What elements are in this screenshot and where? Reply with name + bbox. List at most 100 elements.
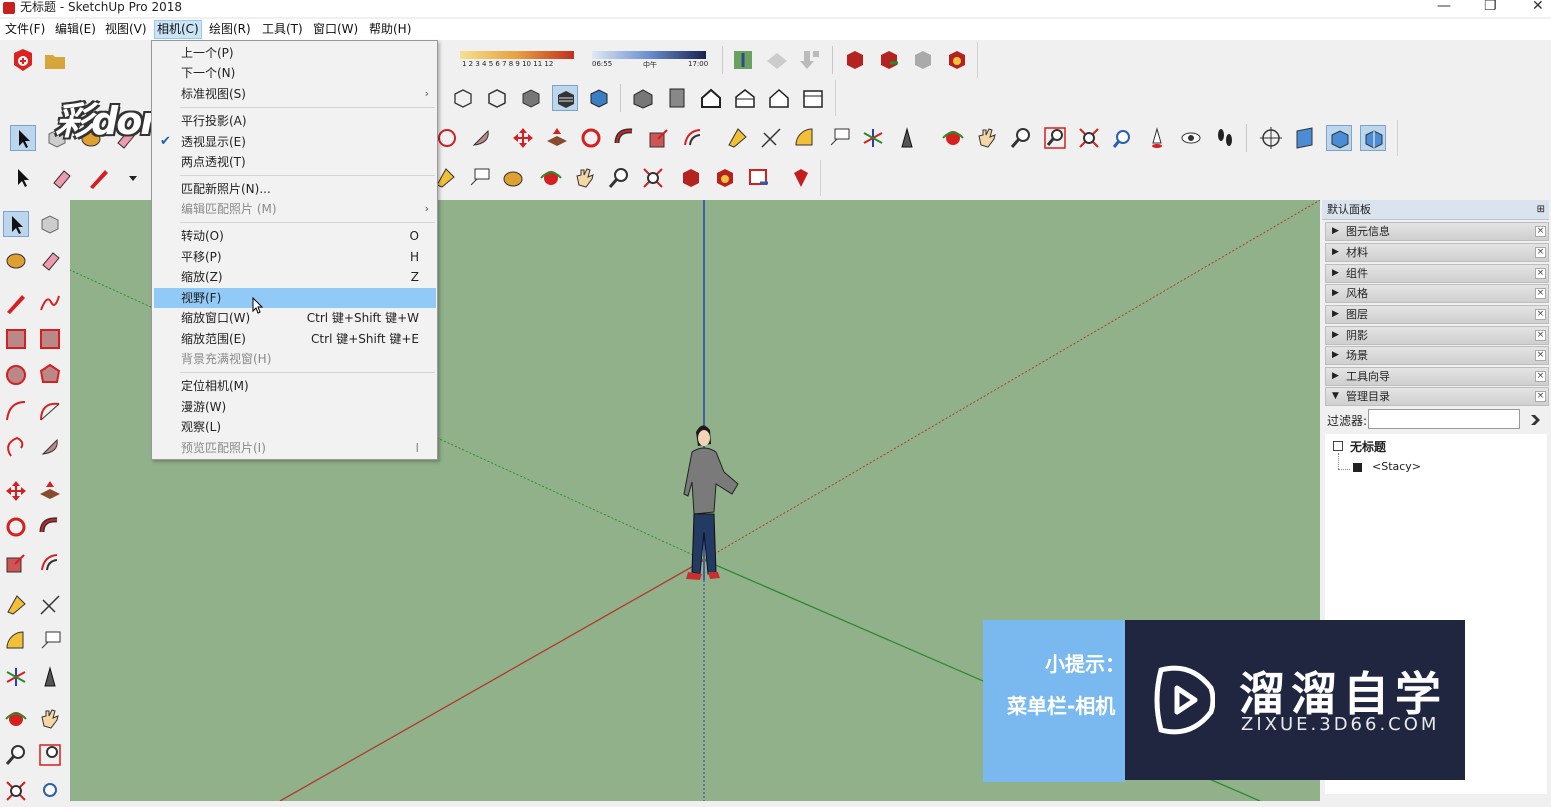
protractor-left-icon[interactable] — [3, 628, 29, 654]
rotate-left-icon[interactable] — [3, 514, 29, 540]
menu-item-orbit[interactable]: 转动(O) O — [152, 226, 437, 246]
offset-tool-icon[interactable] — [680, 125, 706, 151]
pan-icon[interactable] — [974, 125, 1000, 151]
getting-started-icon[interactable] — [10, 47, 36, 73]
previous-view-icon[interactable] — [1110, 125, 1136, 151]
paint-bucket-small-icon[interactable] — [500, 165, 526, 191]
3d-text-left-icon[interactable] — [37, 664, 63, 690]
line-tool-icon[interactable] — [3, 290, 29, 316]
close-icon[interactable]: × — [1535, 391, 1546, 402]
zoom-window-icon[interactable] — [1042, 125, 1068, 151]
ruby-console-icon[interactable] — [788, 165, 814, 191]
pan-left-icon[interactable] — [37, 706, 63, 732]
stacy-figure[interactable] — [680, 422, 750, 595]
pie-left-icon[interactable] — [37, 434, 63, 460]
zoom-extents-small-icon[interactable] — [640, 165, 666, 191]
close-icon[interactable]: × — [1535, 247, 1546, 258]
iso-view-icon[interactable] — [630, 85, 656, 111]
menu-item-match-new-photo[interactable]: 匹配新照片(N)... — [152, 179, 437, 199]
menu-item-two-point-perspective[interactable]: 两点透视(T) — [152, 152, 437, 172]
position-camera-icon[interactable] — [1144, 125, 1170, 151]
month-slider[interactable] — [460, 51, 574, 59]
shaded-textures-style-icon[interactable] — [586, 85, 612, 111]
text-small-icon[interactable] — [466, 165, 492, 191]
close-icon[interactable]: × — [1535, 330, 1546, 341]
close-icon[interactable]: × — [1535, 309, 1546, 320]
pan-small-icon[interactable] — [572, 165, 598, 191]
right-view-icon[interactable] — [732, 85, 758, 111]
menu-item-position-camera[interactable]: 定位相机(M) — [152, 376, 437, 396]
select-tool-icon[interactable] — [10, 125, 36, 151]
menu-item-standard-views[interactable]: 标准视图(S) › — [152, 84, 437, 104]
axes-tool-icon[interactable] — [860, 125, 886, 151]
extension-small-icon[interactable] — [712, 165, 738, 191]
menu-item-edit-matched-photo[interactable]: 编辑匹配照片 (M) › — [152, 199, 437, 219]
arc-tool-left-icon[interactable] — [3, 398, 29, 424]
hidden-line-style-icon[interactable] — [518, 85, 544, 111]
follow-me-left-icon[interactable] — [37, 514, 63, 540]
menu-item-field-of-view[interactable]: 视野(F) — [154, 288, 436, 308]
panel-styles[interactable]: ▶ 风格 × — [1325, 284, 1549, 303]
share-model-icon[interactable] — [876, 47, 902, 73]
menu-camera[interactable]: 相机(C) — [154, 20, 202, 39]
panel-instructor[interactable]: ▶ 工具向导 × — [1325, 367, 1549, 386]
share-component-icon[interactable] — [910, 47, 936, 73]
zoom-left-icon[interactable] — [3, 742, 29, 768]
zoom-window-left-icon[interactable] — [37, 742, 63, 768]
menu-help[interactable]: 帮助(H) — [367, 21, 413, 38]
3d-text-icon[interactable] — [894, 125, 920, 151]
wireframe-style-icon[interactable] — [484, 85, 510, 111]
xray-style-icon[interactable] — [450, 85, 476, 111]
warehouse-small-icon[interactable] — [678, 165, 704, 191]
chevron-down-icon[interactable] — [120, 165, 137, 191]
left-view-icon[interactable] — [800, 85, 826, 111]
menu-draw[interactable]: 绘图(R) — [207, 21, 253, 38]
dimension-tool-icon[interactable] — [758, 125, 784, 151]
scale-tool-icon[interactable] — [646, 125, 672, 151]
menu-file[interactable]: 文件(F) — [3, 21, 47, 38]
eraser-small-icon[interactable] — [48, 165, 74, 191]
look-around-icon[interactable] — [1178, 125, 1204, 151]
orbit-left-icon[interactable] — [3, 706, 29, 732]
menu-tools[interactable]: 工具(T) — [260, 21, 305, 38]
pencil-icon[interactable] — [86, 165, 112, 191]
zoom-extents-left-icon[interactable] — [3, 778, 29, 804]
polygon-tool-icon[interactable] — [37, 362, 63, 388]
close-icon[interactable]: × — [1535, 350, 1546, 361]
menu-item-preview-matched-photo[interactable]: 预览匹配照片(I) I — [152, 438, 437, 458]
scale-left-icon[interactable] — [3, 550, 29, 576]
menu-item-pan[interactable]: 平移(P) H — [152, 247, 437, 267]
back-view-icon[interactable] — [766, 85, 792, 111]
orbit-small-icon[interactable] — [538, 165, 564, 191]
display-section-cuts-icon[interactable] — [1326, 125, 1352, 151]
push-pull-left-icon[interactable] — [37, 478, 63, 504]
top-view-icon[interactable] — [664, 85, 690, 111]
panel-entity-info[interactable]: ▶ 图元信息 × — [1325, 222, 1549, 241]
pin-icon[interactable]: ⊞ — [1537, 200, 1545, 219]
text-left-icon[interactable] — [37, 628, 63, 654]
display-section-fill-icon[interactable] — [1360, 125, 1386, 151]
paint-bucket-left-icon[interactable] — [3, 247, 29, 273]
circle-tool-icon[interactable] — [3, 362, 29, 388]
menu-window[interactable]: 窗口(W) — [311, 21, 360, 38]
tape-measure-icon[interactable] — [724, 125, 750, 151]
close-button[interactable]: ✕ — [1532, 0, 1544, 14]
menu-edit[interactable]: 编辑(E) — [53, 21, 98, 38]
photo-textures-icon[interactable] — [798, 47, 824, 73]
zoom-extents-icon[interactable] — [1076, 125, 1102, 151]
zoom-icon[interactable] — [1008, 125, 1034, 151]
dimension-left-icon[interactable] — [37, 592, 63, 618]
filter-input[interactable] — [1368, 409, 1520, 429]
close-icon[interactable]: × — [1535, 268, 1546, 279]
two-point-arc-icon[interactable] — [37, 398, 63, 424]
select-tool-left-icon[interactable] — [3, 211, 29, 237]
outliner-root[interactable]: 无标题 — [1350, 438, 1386, 455]
panel-layers[interactable]: ▶ 图层 × — [1325, 305, 1549, 324]
rectangle-tool-icon[interactable] — [3, 326, 29, 352]
menu-item-zoom-to-photo[interactable]: 背景充满视窗(H) — [152, 349, 437, 369]
text-tool-icon[interactable] — [826, 125, 852, 151]
orbit-icon[interactable] — [940, 125, 966, 151]
maximize-button[interactable]: ❐ — [1484, 0, 1497, 14]
rotate-tool-icon[interactable] — [578, 125, 604, 151]
pie-tool-icon[interactable] — [468, 125, 494, 151]
